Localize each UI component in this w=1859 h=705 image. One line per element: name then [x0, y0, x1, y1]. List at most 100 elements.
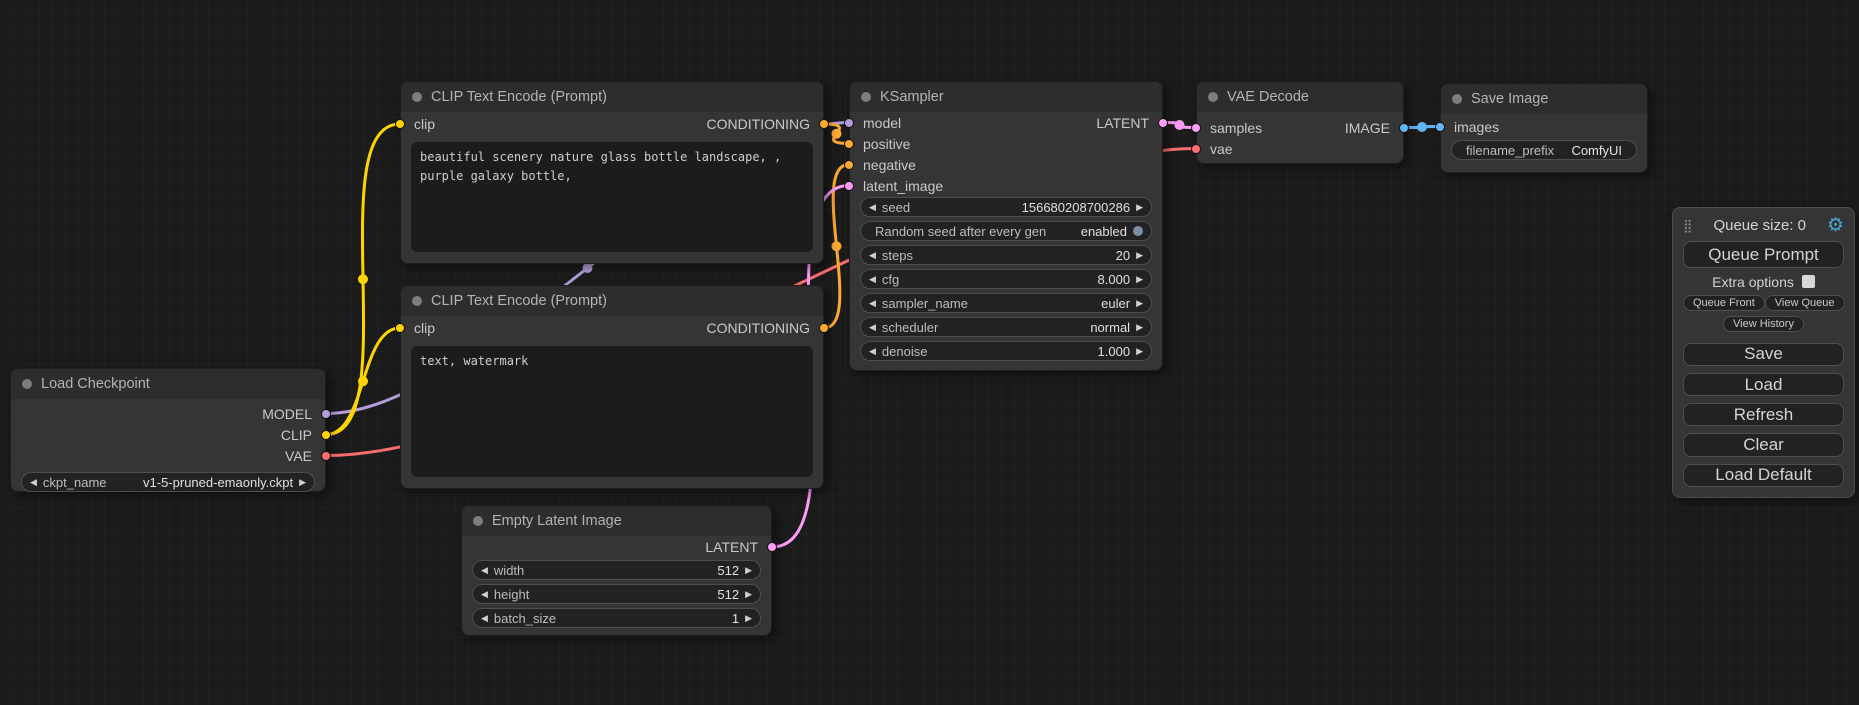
decrement-arrow-icon[interactable]: ◀ [481, 590, 488, 599]
decrement-arrow-icon[interactable]: ◀ [869, 275, 876, 284]
increment-arrow-icon[interactable]: ▶ [745, 614, 752, 623]
prompt-textarea[interactable]: beautiful scenery nature glass bottle la… [411, 142, 813, 252]
widget-value: 8.000 [1098, 272, 1131, 287]
conditioning-output-port[interactable] [819, 323, 829, 333]
widget-sampler-name[interactable]: ◀ sampler_name euler ▶ [860, 293, 1152, 313]
view-queue-button[interactable]: View Queue [1765, 295, 1845, 311]
node-save-image[interactable]: Save Image images filename_prefix ComfyU… [1440, 83, 1648, 173]
menu-header: ⣿ Queue size: 0 ⚙ [1683, 213, 1844, 238]
decrement-arrow-icon[interactable]: ◀ [481, 614, 488, 623]
widget-value: enabled [1081, 224, 1127, 239]
clip-input-port[interactable] [395, 323, 405, 333]
collapse-dot[interactable] [1452, 94, 1462, 104]
node-title: CLIP Text Encode (Prompt) [431, 293, 607, 309]
widget-denoise[interactable]: ◀ denoise 1.000 ▶ [860, 341, 1152, 361]
load-button[interactable]: Load [1683, 373, 1844, 396]
increment-arrow-icon[interactable]: ▶ [1136, 299, 1143, 308]
extra-options-checkbox[interactable] [1802, 275, 1815, 288]
save-button[interactable]: Save [1683, 343, 1844, 366]
output-slot-vae: VAE [11, 445, 325, 466]
increment-arrow-icon[interactable]: ▶ [299, 478, 306, 487]
widget-seed[interactable]: ◀ seed 156680208700286 ▶ [860, 197, 1152, 217]
node-ksampler[interactable]: KSampler model LATENT positive negative … [849, 81, 1163, 371]
widget-label: denoise [882, 344, 928, 359]
decrement-arrow-icon[interactable]: ◀ [869, 251, 876, 260]
latent-output-port[interactable] [767, 542, 777, 552]
samples-input-port[interactable] [1191, 123, 1201, 133]
toggle-indicator[interactable] [1133, 226, 1143, 236]
increment-arrow-icon[interactable]: ▶ [1136, 251, 1143, 260]
decrement-arrow-icon[interactable]: ◀ [869, 203, 876, 212]
widget-label: height [494, 587, 529, 602]
latent-output-port[interactable] [1158, 118, 1168, 128]
prompt-textarea[interactable]: text, watermark [411, 346, 813, 477]
decrement-arrow-icon[interactable]: ◀ [481, 566, 488, 575]
node-load-checkpoint[interactable]: Load Checkpoint MODEL CLIP VAE ◀ ckpt_na… [10, 368, 326, 492]
images-input-port[interactable] [1435, 122, 1445, 132]
increment-arrow-icon[interactable]: ▶ [745, 590, 752, 599]
node-titlebar[interactable]: CLIP Text Encode (Prompt) [401, 286, 823, 316]
conditioning-output-port[interactable] [819, 119, 829, 129]
widget-steps[interactable]: ◀ steps 20 ▶ [860, 245, 1152, 265]
slot-label: IMAGE [1345, 120, 1403, 136]
node-canvas[interactable]: Load Checkpoint MODEL CLIP VAE ◀ ckpt_na… [0, 0, 1859, 705]
latent-image-input-port[interactable] [844, 181, 854, 191]
collapse-dot[interactable] [22, 379, 32, 389]
collapse-dot[interactable] [412, 296, 422, 306]
view-history-button[interactable]: View History [1723, 316, 1804, 332]
load-default-button[interactable]: Load Default [1683, 464, 1844, 487]
input-slot-negative: negative [850, 154, 1162, 175]
model-output-port[interactable] [321, 409, 331, 419]
node-vae-decode[interactable]: VAE Decode samples IMAGE vae [1196, 81, 1404, 164]
node-titlebar[interactable]: Load Checkpoint [11, 369, 325, 399]
node-titlebar[interactable]: KSampler [850, 82, 1162, 112]
widget-filename-prefix[interactable]: filename_prefix ComfyUI [1451, 140, 1637, 160]
increment-arrow-icon[interactable]: ▶ [1136, 347, 1143, 356]
settings-gear-icon[interactable]: ⚙ [1827, 216, 1844, 235]
vae-input-port[interactable] [1191, 144, 1201, 154]
widget-scheduler[interactable]: ◀ scheduler normal ▶ [860, 317, 1152, 337]
decrement-arrow-icon[interactable]: ◀ [869, 299, 876, 308]
increment-arrow-icon[interactable]: ▶ [1136, 203, 1143, 212]
slot-row: clip CONDITIONING [401, 112, 823, 136]
node-titlebar[interactable]: VAE Decode [1197, 82, 1403, 112]
queue-front-button[interactable]: Queue Front [1683, 295, 1765, 311]
model-input-port[interactable] [844, 118, 854, 128]
negative-input-port[interactable] [844, 160, 854, 170]
collapse-dot[interactable] [473, 516, 483, 526]
widget-width[interactable]: ◀ width 512 ▶ [472, 560, 761, 580]
decrement-arrow-icon[interactable]: ◀ [30, 478, 37, 487]
collapse-dot[interactable] [1208, 92, 1218, 102]
node-clip-text-encode-negative[interactable]: CLIP Text Encode (Prompt) clip CONDITION… [400, 285, 824, 489]
vae-output-port[interactable] [321, 451, 331, 461]
node-titlebar[interactable]: Save Image [1441, 84, 1647, 114]
widget-ckpt-name[interactable]: ◀ ckpt_name v1-5-pruned-emaonly.ckpt ▶ [21, 472, 315, 492]
collapse-dot[interactable] [861, 92, 871, 102]
increment-arrow-icon[interactable]: ▶ [1136, 323, 1143, 332]
positive-input-port[interactable] [844, 139, 854, 149]
widget-batch-size[interactable]: ◀ batch_size 1 ▶ [472, 608, 761, 628]
decrement-arrow-icon[interactable]: ◀ [869, 323, 876, 332]
widget-value: v1-5-pruned-emaonly.ckpt [143, 475, 293, 490]
node-empty-latent-image[interactable]: Empty Latent Image LATENT ◀ width 512 ▶ … [461, 505, 772, 636]
node-titlebar[interactable]: CLIP Text Encode (Prompt) [401, 82, 823, 112]
widget-label: ckpt_name [43, 475, 107, 490]
clip-output-port[interactable] [321, 430, 331, 440]
clear-button[interactable]: Clear [1683, 433, 1844, 456]
increment-arrow-icon[interactable]: ▶ [745, 566, 752, 575]
clip-input-port[interactable] [395, 119, 405, 129]
node-titlebar[interactable]: Empty Latent Image [462, 506, 771, 536]
widget-height[interactable]: ◀ height 512 ▶ [472, 584, 761, 604]
increment-arrow-icon[interactable]: ▶ [1136, 275, 1143, 284]
node-title: KSampler [880, 89, 944, 105]
queue-prompt-button[interactable]: Queue Prompt [1683, 241, 1844, 268]
decrement-arrow-icon[interactable]: ◀ [869, 347, 876, 356]
node-clip-text-encode-positive[interactable]: CLIP Text Encode (Prompt) clip CONDITION… [400, 81, 824, 264]
widget-random-seed-toggle[interactable]: Random seed after every gen enabled [860, 221, 1152, 241]
widget-label: width [494, 563, 524, 578]
refresh-button[interactable]: Refresh [1683, 403, 1844, 426]
collapse-dot[interactable] [412, 92, 422, 102]
image-output-port[interactable] [1399, 123, 1409, 133]
drag-handle-icon[interactable]: ⣿ [1683, 218, 1693, 234]
widget-cfg[interactable]: ◀ cfg 8.000 ▶ [860, 269, 1152, 289]
